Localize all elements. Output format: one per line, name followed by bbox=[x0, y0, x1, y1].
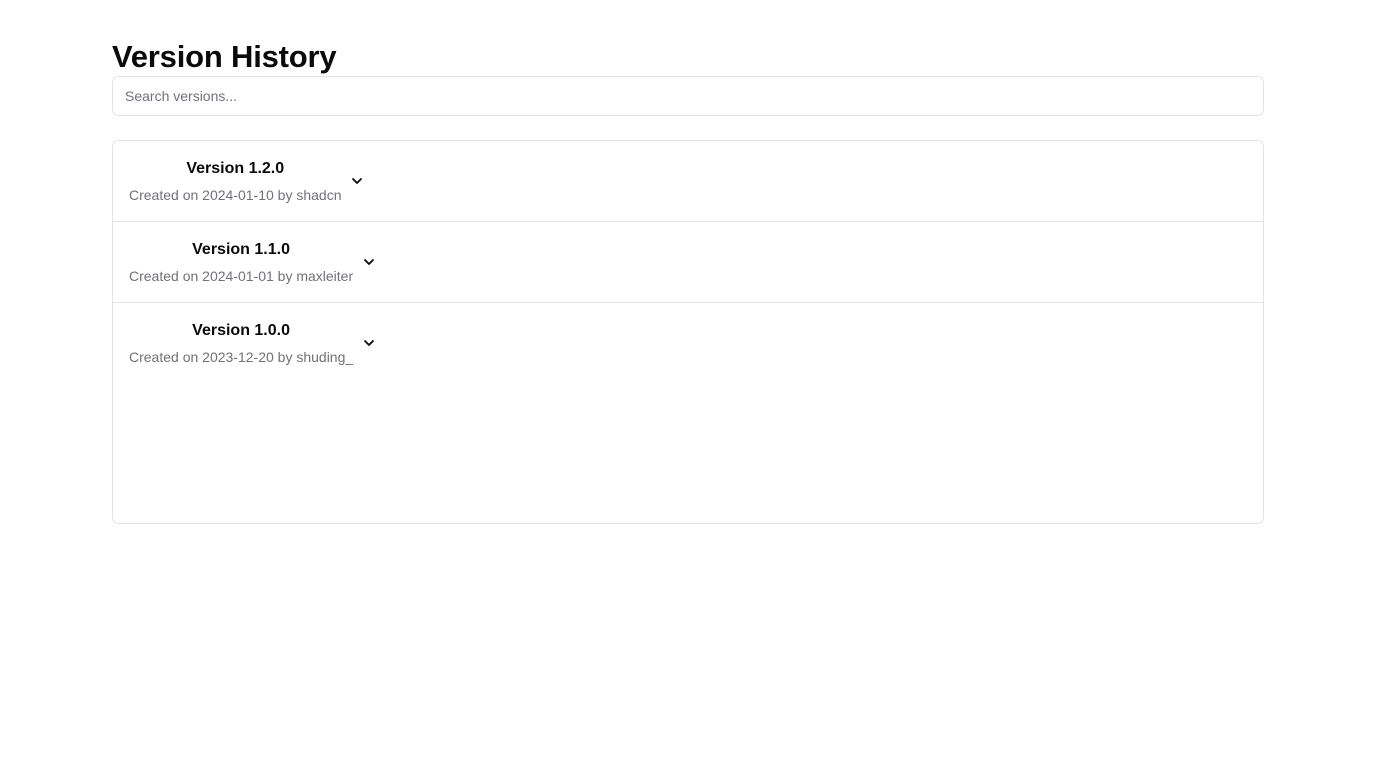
version-item-1-2-0[interactable]: Version 1.2.0 Created on 2024-01-10 by s… bbox=[113, 141, 1263, 222]
page-title: Version History bbox=[112, 39, 337, 74]
version-item-1-0-0[interactable]: Version 1.0.0 Created on 2023-12-20 by s… bbox=[113, 303, 1263, 384]
search-input[interactable] bbox=[112, 76, 1264, 116]
version-trigger[interactable]: Version 1.1.0 Created on 2024-01-01 by m… bbox=[129, 222, 377, 302]
version-title: Version 1.2.0 bbox=[186, 159, 285, 177]
chevron-down-icon[interactable] bbox=[349, 173, 365, 189]
chevron-down-icon[interactable] bbox=[361, 254, 377, 270]
version-history-page: Version History Version 1.2.0 Created on… bbox=[112, 38, 1264, 524]
versions-list: Version 1.2.0 Created on 2024-01-10 by s… bbox=[112, 140, 1264, 524]
version-meta: Created on 2023-12-20 by shuding_ bbox=[129, 348, 354, 365]
version-item-1-1-0[interactable]: Version 1.1.0 Created on 2024-01-01 by m… bbox=[113, 222, 1263, 303]
version-meta: Created on 2024-01-01 by maxleiter bbox=[129, 267, 354, 284]
version-trigger[interactable]: Version 1.2.0 Created on 2024-01-10 by s… bbox=[129, 141, 365, 221]
version-trigger[interactable]: Version 1.0.0 Created on 2023-12-20 by s… bbox=[129, 303, 377, 383]
version-title: Version 1.0.0 bbox=[192, 321, 290, 339]
chevron-down-icon[interactable] bbox=[361, 335, 377, 351]
version-meta: Created on 2024-01-10 by shadcn bbox=[129, 186, 342, 203]
version-title: Version 1.1.0 bbox=[192, 240, 290, 258]
